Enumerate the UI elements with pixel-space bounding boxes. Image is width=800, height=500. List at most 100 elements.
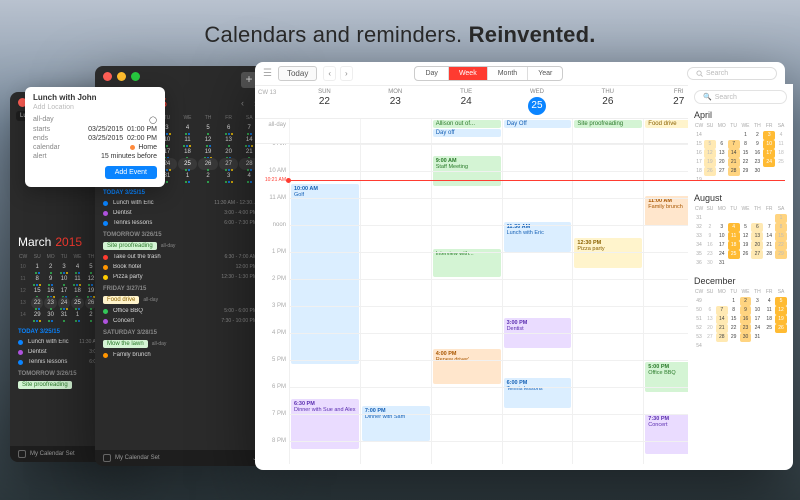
calendar-event[interactable]: 6:00 PMTennis lessons (504, 378, 572, 408)
mini-cal-day[interactable]: 13 (219, 134, 239, 146)
mini-cal-day[interactable]: 26 (198, 158, 218, 170)
day-header[interactable]: TUE24 (431, 86, 502, 118)
calendar-set-select[interactable]: My Calendar Set (30, 451, 75, 457)
ends-date[interactable]: 03/25/2015 (88, 135, 123, 142)
mini-cal-day[interactable]: 23 (44, 297, 56, 309)
mini-cal-day[interactable]: 4 (178, 122, 198, 134)
list-item[interactable]: Office BBQ5:00 - 6:00 PM (95, 306, 265, 316)
allday-event[interactable]: Site proofreading (574, 120, 642, 128)
location-field[interactable]: Add Location (33, 104, 157, 111)
seg-month[interactable]: Month (488, 67, 528, 80)
mini-cal-day[interactable]: 10 (58, 273, 70, 285)
allday-event[interactable]: Day off (433, 129, 501, 137)
mini-cal-day[interactable]: 2 (198, 170, 218, 182)
mini-cal-day[interactable]: 17 (58, 285, 70, 297)
mini-cal-day[interactable]: 11 (71, 273, 83, 285)
mini-cal-day[interactable]: 27 (219, 158, 239, 170)
checkbox-icon[interactable] (18, 450, 26, 458)
mini-month-grid[interactable]: CWSUMOTUWETHFRSA141234155678910111612131… (694, 122, 787, 185)
mini-cal-day[interactable]: 16 (44, 285, 56, 297)
mini-cal-day[interactable]: 29 (31, 309, 43, 321)
mini-cal-day[interactable]: 25 (178, 158, 198, 170)
mini-cal-day[interactable]: 11 (178, 134, 198, 146)
list-item[interactable]: Mow the lawnall-day (95, 338, 265, 350)
list-item[interactable]: Dentist3:00 - 4:00 PM (95, 208, 265, 218)
mini-cal-day[interactable]: 22 (31, 297, 43, 309)
next-week-icon[interactable]: › (340, 66, 353, 81)
alert-select[interactable]: 15 minutes before (101, 153, 157, 160)
mini-cal-day[interactable]: 5 (198, 122, 218, 134)
list-item[interactable]: Pizza party12:30 - 1:30 PM (95, 272, 265, 282)
mini-cal-day[interactable]: 25 (71, 297, 83, 309)
mini-month-grid[interactable]: CWSUMOTUWETHFRSA491234550678910111251131… (694, 288, 787, 351)
add-event-button[interactable]: Add Event (105, 166, 157, 179)
day-header[interactable]: WED25 (502, 86, 573, 118)
mini-cal-day[interactable]: 9 (44, 273, 56, 285)
close-icon[interactable] (103, 72, 112, 81)
sidebar-toggle-icon[interactable]: ☰ (263, 68, 272, 79)
calendar-event[interactable]: 12:30 PMPizza party (574, 238, 642, 268)
day-column[interactable]: 9:00 AMStaff MeetingInterview with...4:0… (431, 144, 502, 464)
mini-cal-day[interactable]: 3 (219, 170, 239, 182)
mini-cal-day[interactable]: 19 (198, 146, 218, 158)
mini-cal-day[interactable]: 8 (31, 273, 43, 285)
day-column[interactable]: 7:00 PMDinner with Sam (360, 144, 431, 464)
prev-week-icon[interactable]: ‹ (323, 66, 336, 81)
list-item[interactable]: Book hotel12:00 PM (95, 262, 265, 272)
calendar-event[interactable]: 11:30 AMLunch with Eric (504, 222, 572, 252)
list-item[interactable]: Take out the trash6:30 - 7:00 AM (95, 252, 265, 262)
search-input[interactable]: Search (687, 67, 777, 80)
allday-cell[interactable]: Site proofreading (572, 119, 643, 143)
list-item[interactable]: Lunch with Eric11:30 AM - 12:30… (95, 198, 265, 208)
mini-cal-day[interactable]: 30 (44, 309, 56, 321)
list-item[interactable]: Site proofreadingall-day (95, 240, 265, 252)
list-item[interactable]: Concert7:30 - 10:00 PM (95, 316, 265, 326)
list-item[interactable]: Tennis lessons6:00 - 7:30 PM (95, 218, 265, 228)
allday-cell[interactable]: Day Off (502, 119, 573, 143)
seg-day[interactable]: Day (415, 67, 448, 80)
calendar-event[interactable]: Interview with... (433, 249, 501, 277)
calendar-set-select[interactable]: My Calendar Set (115, 455, 160, 461)
seg-year[interactable]: Year (528, 67, 562, 80)
mini-cal-day[interactable]: 20 (219, 146, 239, 158)
zoom-icon[interactable] (131, 72, 140, 81)
calendar-select[interactable]: Home (130, 144, 157, 151)
allday-cell[interactable]: Allison out of...Day off (431, 119, 502, 143)
prev-month-icon[interactable]: ‹ (241, 98, 244, 108)
mini-cal-day[interactable]: 31 (58, 309, 70, 321)
mini-cal-day[interactable]: 2 (44, 261, 56, 273)
today-button[interactable]: Today (278, 66, 317, 81)
list-item[interactable]: Food driveall-day (95, 294, 265, 306)
search-input[interactable]: 🔍Search (694, 90, 787, 104)
mini-cal-day[interactable]: 18 (71, 285, 83, 297)
mini-cal-day[interactable]: 12 (198, 134, 218, 146)
list-item[interactable]: Family brunch (95, 350, 265, 360)
allday-event[interactable]: Allison out of... (433, 120, 501, 128)
day-column[interactable]: 11:30 AMLunch with Eric3:00 PMDentist6:0… (502, 144, 573, 464)
allday-event[interactable]: Day Off (504, 120, 572, 128)
mini-cal-day[interactable]: 4 (71, 261, 83, 273)
mini-cal-day[interactable]: 24 (58, 297, 70, 309)
day-column[interactable]: 12:30 PMPizza party (572, 144, 643, 464)
mini-cal-day[interactable]: 15 (31, 285, 43, 297)
day-column[interactable]: 10:00 AMGolf6:30 PMDinner with Sue and A… (289, 144, 360, 464)
mini-cal-day[interactable]: 3 (58, 261, 70, 273)
mini-cal-day[interactable]: 1 (31, 261, 43, 273)
minimize-icon[interactable] (117, 72, 126, 81)
allday-cell[interactable] (360, 119, 431, 143)
event-title[interactable]: Lunch with John (33, 93, 157, 102)
seg-week[interactable]: Week (449, 67, 488, 80)
day-header[interactable]: MON23 (360, 86, 431, 118)
mini-cal-day[interactable]: 1 (178, 170, 198, 182)
mini-cal-day[interactable]: 18 (178, 146, 198, 158)
starts-date[interactable]: 03/25/2015 (88, 126, 123, 133)
allday-cell[interactable] (289, 119, 360, 143)
calendar-event[interactable]: 7:00 PMDinner with Sam (362, 406, 430, 441)
mini-month-grid[interactable]: CWSUMOTUWETHFRSA311322345678339101112131… (694, 205, 787, 268)
mini-cal-day[interactable]: 6 (219, 122, 239, 134)
checkbox-icon[interactable] (103, 454, 111, 462)
ends-time[interactable]: 02:00 PM (127, 135, 157, 142)
starts-time[interactable]: 01:00 PM (127, 126, 157, 133)
day-header[interactable]: SUN22 (289, 86, 360, 118)
calendar-event[interactable]: 4:00 PMRenew driver'... (433, 349, 501, 384)
